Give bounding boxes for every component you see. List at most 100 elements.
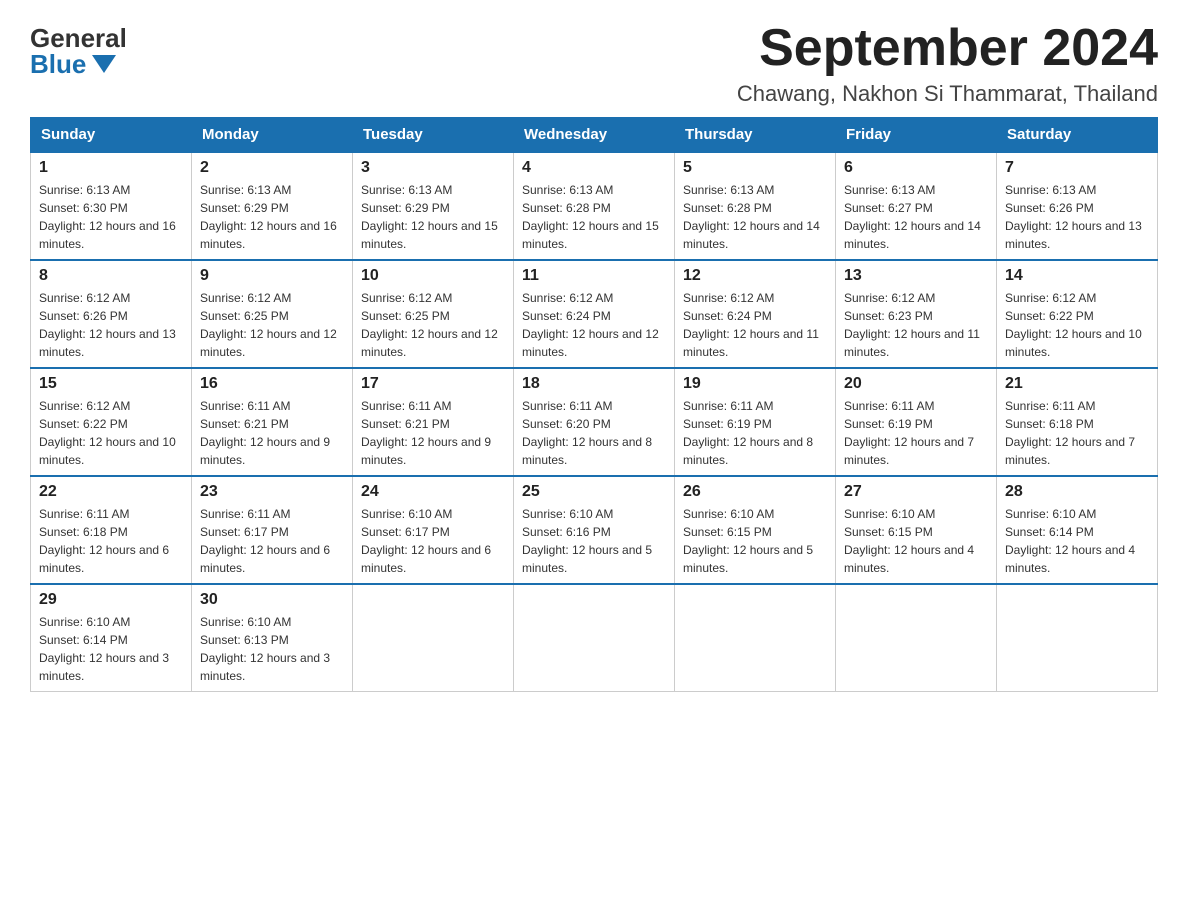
calendar-cell: 17 Sunrise: 6:11 AM Sunset: 6:21 PM Dayl…	[353, 368, 514, 476]
calendar-table: SundayMondayTuesdayWednesdayThursdayFrid…	[30, 117, 1158, 692]
day-number: 18	[522, 375, 666, 393]
day-info: Sunrise: 6:13 AM Sunset: 6:26 PM Dayligh…	[1005, 181, 1149, 253]
day-number: 23	[200, 483, 344, 501]
day-number: 20	[844, 375, 988, 393]
day-info: Sunrise: 6:11 AM Sunset: 6:19 PM Dayligh…	[844, 397, 988, 469]
calendar-body: 1 Sunrise: 6:13 AM Sunset: 6:30 PM Dayli…	[31, 152, 1158, 692]
calendar-week-5: 29 Sunrise: 6:10 AM Sunset: 6:14 PM Dayl…	[31, 584, 1158, 692]
day-number: 1	[39, 159, 183, 177]
calendar-cell: 26 Sunrise: 6:10 AM Sunset: 6:15 PM Dayl…	[675, 476, 836, 584]
day-number: 12	[683, 267, 827, 285]
calendar-cell: 2 Sunrise: 6:13 AM Sunset: 6:29 PM Dayli…	[192, 152, 353, 260]
day-info: Sunrise: 6:10 AM Sunset: 6:17 PM Dayligh…	[361, 505, 505, 577]
header-sunday: Sunday	[31, 118, 192, 153]
day-info: Sunrise: 6:12 AM Sunset: 6:25 PM Dayligh…	[361, 289, 505, 361]
day-number: 3	[361, 159, 505, 177]
calendar-week-4: 22 Sunrise: 6:11 AM Sunset: 6:18 PM Dayl…	[31, 476, 1158, 584]
header-thursday: Thursday	[675, 118, 836, 153]
calendar-cell: 1 Sunrise: 6:13 AM Sunset: 6:30 PM Dayli…	[31, 152, 192, 260]
day-info: Sunrise: 6:10 AM Sunset: 6:15 PM Dayligh…	[844, 505, 988, 577]
location-title: Chawang, Nakhon Si Thammarat, Thailand	[737, 81, 1158, 107]
day-info: Sunrise: 6:11 AM Sunset: 6:18 PM Dayligh…	[1005, 397, 1149, 469]
calendar-cell	[997, 584, 1158, 692]
day-number: 4	[522, 159, 666, 177]
calendar-week-1: 1 Sunrise: 6:13 AM Sunset: 6:30 PM Dayli…	[31, 152, 1158, 260]
day-number: 2	[200, 159, 344, 177]
calendar-cell: 25 Sunrise: 6:10 AM Sunset: 6:16 PM Dayl…	[514, 476, 675, 584]
calendar-cell: 8 Sunrise: 6:12 AM Sunset: 6:26 PM Dayli…	[31, 260, 192, 368]
logo: General Blue	[30, 25, 127, 77]
day-number: 14	[1005, 267, 1149, 285]
day-number: 13	[844, 267, 988, 285]
calendar-cell: 15 Sunrise: 6:12 AM Sunset: 6:22 PM Dayl…	[31, 368, 192, 476]
day-info: Sunrise: 6:11 AM Sunset: 6:21 PM Dayligh…	[200, 397, 344, 469]
day-info: Sunrise: 6:10 AM Sunset: 6:13 PM Dayligh…	[200, 613, 344, 685]
day-number: 22	[39, 483, 183, 501]
calendar-cell: 4 Sunrise: 6:13 AM Sunset: 6:28 PM Dayli…	[514, 152, 675, 260]
calendar-cell: 10 Sunrise: 6:12 AM Sunset: 6:25 PM Dayl…	[353, 260, 514, 368]
calendar-week-2: 8 Sunrise: 6:12 AM Sunset: 6:26 PM Dayli…	[31, 260, 1158, 368]
title-area: September 2024 Chawang, Nakhon Si Thamma…	[737, 20, 1158, 107]
calendar-cell: 30 Sunrise: 6:10 AM Sunset: 6:13 PM Dayl…	[192, 584, 353, 692]
calendar-cell: 23 Sunrise: 6:11 AM Sunset: 6:17 PM Dayl…	[192, 476, 353, 584]
day-number: 21	[1005, 375, 1149, 393]
day-number: 5	[683, 159, 827, 177]
header-friday: Friday	[836, 118, 997, 153]
calendar-cell	[675, 584, 836, 692]
day-info: Sunrise: 6:12 AM Sunset: 6:24 PM Dayligh…	[522, 289, 666, 361]
calendar-cell	[836, 584, 997, 692]
calendar-cell: 29 Sunrise: 6:10 AM Sunset: 6:14 PM Dayl…	[31, 584, 192, 692]
day-info: Sunrise: 6:11 AM Sunset: 6:20 PM Dayligh…	[522, 397, 666, 469]
calendar-cell: 13 Sunrise: 6:12 AM Sunset: 6:23 PM Dayl…	[836, 260, 997, 368]
day-number: 16	[200, 375, 344, 393]
day-number: 26	[683, 483, 827, 501]
day-number: 24	[361, 483, 505, 501]
day-number: 10	[361, 267, 505, 285]
day-info: Sunrise: 6:13 AM Sunset: 6:29 PM Dayligh…	[361, 181, 505, 253]
logo-blue-text: Blue	[30, 51, 116, 77]
calendar-week-3: 15 Sunrise: 6:12 AM Sunset: 6:22 PM Dayl…	[31, 368, 1158, 476]
calendar-cell: 24 Sunrise: 6:10 AM Sunset: 6:17 PM Dayl…	[353, 476, 514, 584]
month-title: September 2024	[737, 20, 1158, 77]
day-info: Sunrise: 6:12 AM Sunset: 6:22 PM Dayligh…	[39, 397, 183, 469]
day-info: Sunrise: 6:12 AM Sunset: 6:26 PM Dayligh…	[39, 289, 183, 361]
calendar-cell: 7 Sunrise: 6:13 AM Sunset: 6:26 PM Dayli…	[997, 152, 1158, 260]
day-info: Sunrise: 6:13 AM Sunset: 6:28 PM Dayligh…	[522, 181, 666, 253]
day-number: 19	[683, 375, 827, 393]
calendar-cell: 22 Sunrise: 6:11 AM Sunset: 6:18 PM Dayl…	[31, 476, 192, 584]
day-number: 25	[522, 483, 666, 501]
logo-triangle-icon	[92, 55, 116, 73]
calendar-cell: 11 Sunrise: 6:12 AM Sunset: 6:24 PM Dayl…	[514, 260, 675, 368]
day-info: Sunrise: 6:12 AM Sunset: 6:22 PM Dayligh…	[1005, 289, 1149, 361]
day-info: Sunrise: 6:11 AM Sunset: 6:17 PM Dayligh…	[200, 505, 344, 577]
day-number: 11	[522, 267, 666, 285]
day-info: Sunrise: 6:11 AM Sunset: 6:19 PM Dayligh…	[683, 397, 827, 469]
calendar-cell: 14 Sunrise: 6:12 AM Sunset: 6:22 PM Dayl…	[997, 260, 1158, 368]
day-number: 15	[39, 375, 183, 393]
day-number: 29	[39, 591, 183, 609]
day-number: 8	[39, 267, 183, 285]
day-info: Sunrise: 6:12 AM Sunset: 6:25 PM Dayligh…	[200, 289, 344, 361]
day-info: Sunrise: 6:11 AM Sunset: 6:21 PM Dayligh…	[361, 397, 505, 469]
calendar-cell: 5 Sunrise: 6:13 AM Sunset: 6:28 PM Dayli…	[675, 152, 836, 260]
calendar-cell	[353, 584, 514, 692]
day-info: Sunrise: 6:11 AM Sunset: 6:18 PM Dayligh…	[39, 505, 183, 577]
calendar-cell: 3 Sunrise: 6:13 AM Sunset: 6:29 PM Dayli…	[353, 152, 514, 260]
day-info: Sunrise: 6:13 AM Sunset: 6:29 PM Dayligh…	[200, 181, 344, 253]
day-info: Sunrise: 6:12 AM Sunset: 6:23 PM Dayligh…	[844, 289, 988, 361]
calendar-cell: 12 Sunrise: 6:12 AM Sunset: 6:24 PM Dayl…	[675, 260, 836, 368]
calendar-cell	[514, 584, 675, 692]
day-number: 30	[200, 591, 344, 609]
header-tuesday: Tuesday	[353, 118, 514, 153]
day-info: Sunrise: 6:13 AM Sunset: 6:28 PM Dayligh…	[683, 181, 827, 253]
day-info: Sunrise: 6:10 AM Sunset: 6:15 PM Dayligh…	[683, 505, 827, 577]
calendar-cell: 18 Sunrise: 6:11 AM Sunset: 6:20 PM Dayl…	[514, 368, 675, 476]
header-row: SundayMondayTuesdayWednesdayThursdayFrid…	[31, 118, 1158, 153]
day-number: 6	[844, 159, 988, 177]
day-info: Sunrise: 6:10 AM Sunset: 6:14 PM Dayligh…	[39, 613, 183, 685]
calendar-header: SundayMondayTuesdayWednesdayThursdayFrid…	[31, 118, 1158, 153]
header-monday: Monday	[192, 118, 353, 153]
calendar-cell: 28 Sunrise: 6:10 AM Sunset: 6:14 PM Dayl…	[997, 476, 1158, 584]
day-number: 9	[200, 267, 344, 285]
day-number: 7	[1005, 159, 1149, 177]
